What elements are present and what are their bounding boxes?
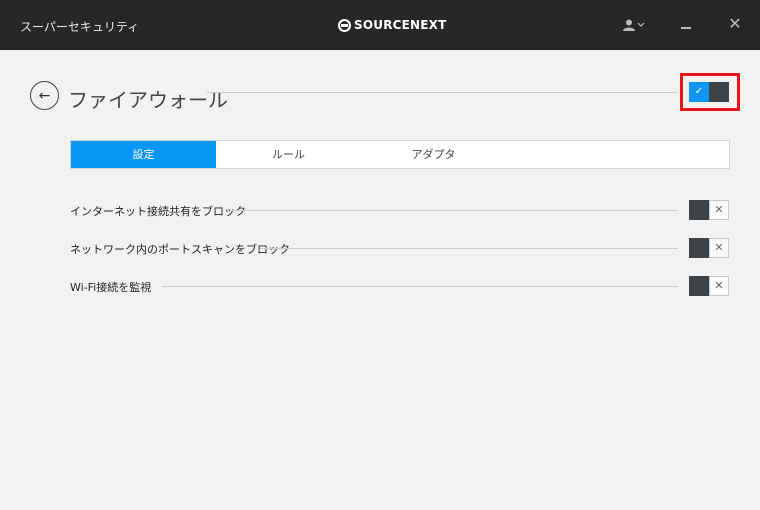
toggle-wifi-monitor[interactable]: ✕ <box>689 276 729 296</box>
tab-rules[interactable]: ルール <box>216 141 361 168</box>
setting-label-wifi-monitor: Wi-Fi接続を監視 <box>70 281 152 294</box>
x-icon: ✕ <box>709 238 729 258</box>
toggle-knob <box>689 200 709 220</box>
user-icon <box>623 19 635 31</box>
back-button[interactable]: ← <box>30 81 59 110</box>
title-divider <box>207 92 677 93</box>
tab-adapter[interactable]: アダプタ <box>361 141 506 168</box>
arrow-left-icon: ← <box>38 87 51 104</box>
setting-divider <box>260 248 678 249</box>
user-menu-button[interactable] <box>620 14 648 36</box>
setting-label-port-scan: ネットワーク内のポートスキャンをブロック <box>70 243 290 256</box>
setting-label-internet-sharing: インターネット接続共有をブロック <box>70 205 246 218</box>
sourcenext-logo: SOURCENEXT <box>338 14 447 36</box>
firewall-master-toggle[interactable]: ✓ <box>689 82 729 102</box>
tab-settings[interactable]: 設定 <box>71 141 216 168</box>
toggle-port-scan[interactable]: ✕ <box>689 238 729 258</box>
sourcenext-logo-icon <box>338 18 351 32</box>
toggle-knob <box>689 238 709 258</box>
x-icon: ✕ <box>709 200 729 220</box>
toggle-knob <box>709 82 729 102</box>
toggle-internet-sharing[interactable]: ✕ <box>689 200 729 220</box>
brand-name: SOURCENEXT <box>354 18 447 32</box>
toggle-knob <box>689 276 709 296</box>
check-icon: ✓ <box>689 82 709 102</box>
chevron-down-icon <box>637 22 645 27</box>
setting-divider <box>162 286 678 287</box>
x-icon: ✕ <box>709 276 729 296</box>
minimize-button[interactable] <box>674 14 698 36</box>
tab-bar: 設定 ルール アダプタ <box>70 140 730 169</box>
title-bar: スーパーセキュリティ SOURCENEXT ✕ <box>0 0 760 50</box>
close-button[interactable]: ✕ <box>724 13 746 35</box>
page-title: ファイアウォール <box>68 88 228 112</box>
app-title: スーパーセキュリティ <box>20 20 140 34</box>
setting-divider <box>231 210 678 211</box>
